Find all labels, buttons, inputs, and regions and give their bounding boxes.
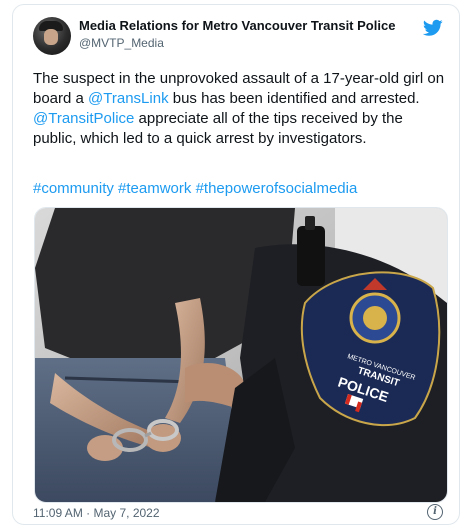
author-display-name[interactable]: Media Relations for Metro Vancouver Tran… — [79, 17, 395, 35]
tweet-photo[interactable]: METRO VANCOUVER TRANSIT POLICE — [34, 207, 448, 503]
hashtag-link[interactable]: #teamwork — [118, 180, 191, 197]
mention-translink-link[interactable]: @TransLink — [88, 90, 169, 107]
author-block[interactable]: Media Relations for Metro Vancouver Tran… — [79, 17, 395, 51]
mention-transitpolice-link[interactable]: @TransitPolice — [33, 110, 134, 127]
tweet-header: Media Relations for Metro Vancouver Tran… — [33, 15, 443, 55]
tweet-card[interactable]: Media Relations for Metro Vancouver Tran… — [12, 4, 460, 525]
twitter-bird-icon[interactable] — [423, 19, 443, 37]
tweet-text-part: bus has been identified and arrested. — [168, 90, 420, 107]
info-icon[interactable]: i — [427, 504, 443, 520]
hashtag-row: #community #teamwork #thepowerofsocialme… — [33, 179, 357, 199]
tweet-text: The suspect in the unprovoked assault of… — [33, 69, 445, 149]
avatar[interactable] — [33, 17, 71, 55]
hashtag-link[interactable]: #thepowerofsocialmedia — [196, 180, 358, 197]
arrest-photo-illustration: METRO VANCOUVER TRANSIT POLICE — [35, 208, 447, 502]
hashtag-link[interactable]: #community — [33, 180, 114, 197]
tweet-timestamp[interactable]: 11:09 AM · May 7, 2022 — [33, 505, 160, 521]
author-handle[interactable]: @MVTP_Media — [79, 35, 395, 51]
